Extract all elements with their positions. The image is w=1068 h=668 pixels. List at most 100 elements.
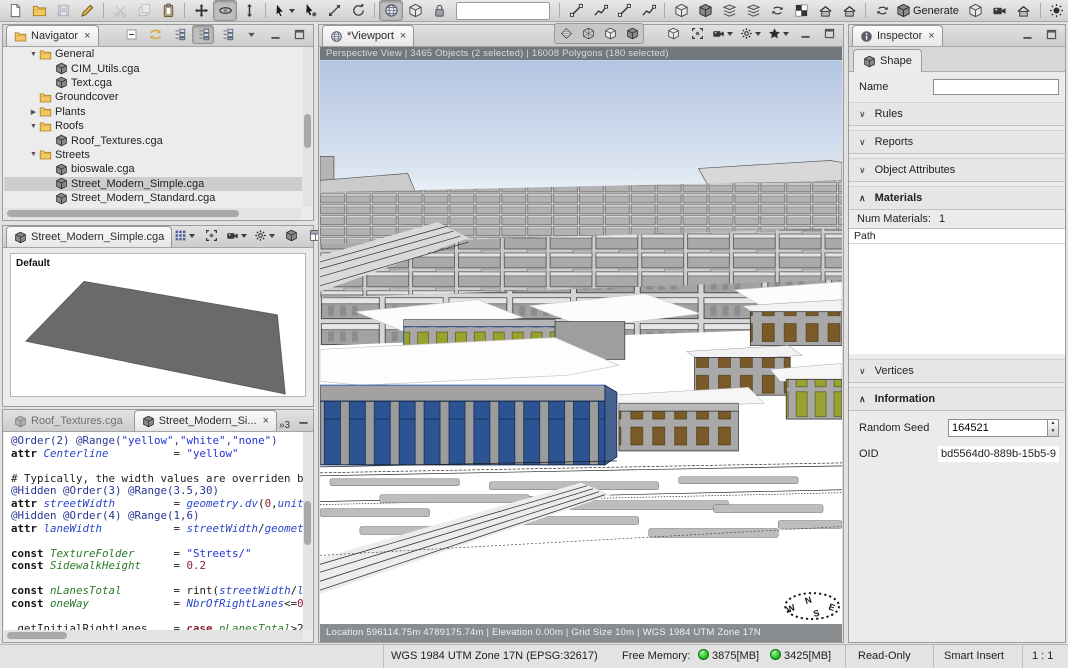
close-icon[interactable]: × (263, 416, 269, 427)
animate-button[interactable] (988, 0, 1012, 21)
section-object-attributes[interactable]: ∨ Object Attributes (849, 158, 1065, 182)
filter-tree-button[interactable] (168, 25, 190, 44)
delete-models-button[interactable] (1012, 0, 1036, 21)
tree-item-plants[interactable]: ▶Plants (4, 105, 302, 119)
workspace-view-button[interactable] (192, 25, 214, 44)
settings-menu-button[interactable] (252, 226, 278, 245)
close-icon[interactable]: × (400, 31, 406, 42)
expander-closed-icon[interactable]: ▶ (28, 108, 39, 116)
navigator-horizontal-scrollbar[interactable] (4, 208, 302, 219)
camera-menu-button[interactable] (710, 24, 736, 43)
sun-settings-button[interactable] (1045, 0, 1068, 21)
texture-tool-button[interactable] (789, 0, 813, 21)
rotate-tool-button[interactable] (346, 0, 370, 21)
align-static-models-button[interactable] (717, 0, 741, 21)
tab-navigator[interactable]: Navigator × (6, 25, 99, 46)
link-with-editor-button[interactable] (144, 25, 166, 44)
section-rules[interactable]: ∨ Rules (849, 102, 1065, 126)
wireframe-mode-button[interactable] (577, 24, 599, 43)
tree-item-roof-textures-cga[interactable]: Roof_Textures.cga (4, 133, 302, 147)
frame-selection-button[interactable] (686, 24, 708, 43)
tree-item-streets[interactable]: ▼Streets (4, 148, 302, 162)
rule-preview-canvas[interactable]: Default (10, 253, 306, 397)
view-menu-button[interactable] (240, 25, 262, 44)
tree-item-street-modern-standard-cga[interactable]: Street_Modern_Standard.cga (4, 191, 302, 205)
navigator-vertical-scrollbar[interactable] (303, 47, 312, 207)
section-vertices[interactable]: ∨ Vertices (849, 359, 1065, 383)
roof-tool-button[interactable] (813, 0, 837, 21)
section-reports[interactable]: ∨ Reports (849, 130, 1065, 154)
layout-grid-button[interactable] (172, 226, 198, 245)
bookmarks-button[interactable] (766, 24, 792, 43)
materials-list[interactable] (849, 244, 1065, 354)
close-icon[interactable]: × (84, 31, 90, 42)
convert-to-model-button[interactable] (669, 0, 693, 21)
textured-mode-button[interactable] (621, 24, 643, 43)
random-seed-stepper[interactable]: ▲▼ (1048, 419, 1059, 437)
tab-inspector[interactable]: Inspector × (852, 25, 943, 46)
orbit-tool-button[interactable] (213, 0, 237, 21)
minimize-button[interactable] (292, 410, 314, 429)
paste-button[interactable] (156, 0, 180, 21)
maximize-button[interactable] (818, 24, 840, 43)
materials-path-header[interactable]: Path (849, 228, 1065, 244)
tree-item-scenes[interactable]: ▼scenes (4, 205, 302, 207)
scale-tool-button[interactable] (322, 0, 346, 21)
facade-tool-button[interactable] (837, 0, 861, 21)
isolines-mode-button[interactable] (555, 24, 577, 43)
tree-item-roofs[interactable]: ▼Roofs (4, 119, 302, 133)
select-tool-button[interactable] (270, 0, 298, 21)
tab-rule-preview[interactable]: Street_Modern_Simple.cga (6, 226, 172, 247)
tree-item-bioswale-cga[interactable]: bioswale.cga (4, 162, 302, 176)
tree-item-general[interactable]: ▼General (4, 47, 302, 61)
regenerate-button[interactable] (870, 0, 894, 21)
frame-selection-button[interactable] (200, 226, 222, 245)
random-seed-input[interactable] (948, 419, 1048, 437)
settings-menu-button[interactable] (738, 24, 764, 43)
camera-menu-button[interactable] (224, 226, 250, 245)
tab-roof-textures[interactable]: Roof_Textures.cga (6, 410, 131, 431)
align-terrain-button[interactable] (564, 0, 588, 21)
simplify-graph-button[interactable] (636, 0, 660, 21)
tab-viewport[interactable]: *Viewport × (322, 25, 414, 46)
align-shapes-button[interactable] (588, 0, 612, 21)
viewport-3d-canvas[interactable]: N E S W (320, 60, 842, 624)
expander-open-icon[interactable]: ▼ (28, 123, 39, 130)
minimize-button[interactable] (264, 25, 286, 44)
lock-view-button[interactable] (427, 0, 451, 21)
section-materials[interactable]: ∧ Materials (849, 186, 1065, 210)
maximize-button[interactable] (1040, 25, 1062, 44)
tree-item-text-cga[interactable]: Text.cga (4, 76, 302, 90)
tab-shape[interactable]: Shape (853, 49, 922, 72)
hidden-editors-badge[interactable]: »3 (279, 420, 290, 431)
export-button[interactable] (75, 0, 99, 21)
lighting-button[interactable] (662, 24, 684, 43)
tab-street-modern-simple[interactable]: Street_Modern_Si... × (134, 410, 277, 431)
align-graph-button[interactable] (741, 0, 765, 21)
generate-button[interactable]: Generate (894, 0, 964, 21)
generate-selected-button[interactable] (964, 0, 988, 21)
tree-item-street-modern-simple-cga[interactable]: Street_Modern_Simple.cga (4, 177, 302, 191)
tree-item-groundcover[interactable]: Groundcover (4, 90, 302, 104)
globe-navigation-button[interactable] (379, 0, 403, 21)
open-button[interactable] (27, 0, 51, 21)
minimize-button[interactable] (794, 24, 816, 43)
minimize-button[interactable] (1016, 25, 1038, 44)
editor-horizontal-scrollbar[interactable] (4, 630, 303, 641)
code-editor[interactable]: @Order(2) @Range("yellow","white","none"… (4, 432, 303, 630)
maximize-button[interactable] (288, 25, 310, 44)
expander-open-icon[interactable]: ▼ (28, 151, 39, 158)
pan-tool-button[interactable] (189, 0, 213, 21)
convert-to-shape-button[interactable] (693, 0, 717, 21)
select-similar-button[interactable] (298, 0, 322, 21)
model-navigation-button[interactable] (403, 0, 427, 21)
zoom-tool-button[interactable] (237, 0, 261, 21)
tree-item-cim-utils-cga[interactable]: CIM_Utils.cga (4, 61, 302, 75)
flat-view-button[interactable] (216, 25, 238, 44)
reconnect-graph-button[interactable] (765, 0, 789, 21)
generate-preview-button[interactable] (280, 226, 302, 245)
close-icon[interactable]: × (928, 31, 934, 42)
new-file-button[interactable] (3, 0, 27, 21)
shaded-mode-button[interactable] (599, 24, 621, 43)
name-input[interactable] (933, 79, 1059, 95)
